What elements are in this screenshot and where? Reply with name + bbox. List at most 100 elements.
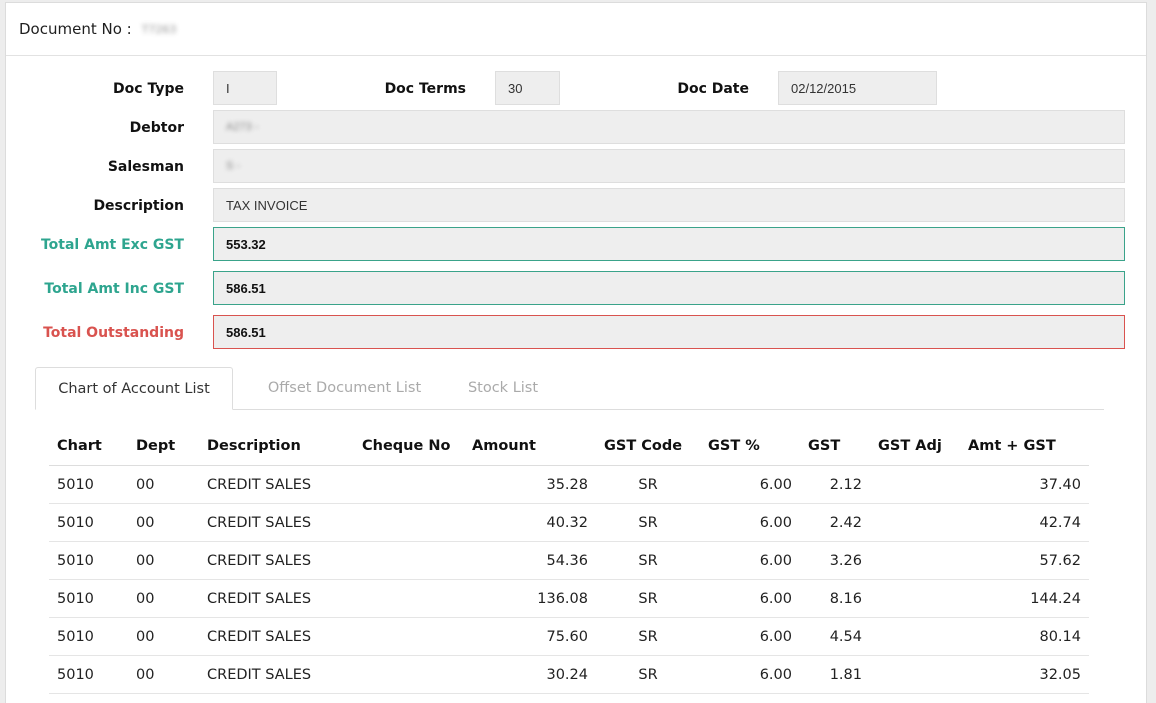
cell-chart: 5010 xyxy=(49,579,128,618)
cell-description: CREDIT SALES xyxy=(199,579,354,618)
cell-description: CREDIT SALES xyxy=(199,541,354,580)
salesman-field[interactable]: S - xyxy=(213,149,1125,183)
cell-amount: 35.28 xyxy=(464,465,596,504)
cell-gst-code: SR xyxy=(596,617,700,656)
cell-chart: 5010 xyxy=(49,465,128,504)
cell-cheque-no xyxy=(354,655,464,694)
cell-description: CREDIT SALES xyxy=(199,465,354,504)
cell-gst-percent: 6.00 xyxy=(700,617,800,656)
cell-gst-code: SR xyxy=(596,655,700,694)
cell-dept: 00 xyxy=(128,465,199,504)
cell-gst: 1.81 xyxy=(800,655,870,694)
total-outstanding-label: Total Outstanding xyxy=(43,325,184,341)
doc-type-label: Doc Type xyxy=(113,81,184,97)
cell-amt-plus-gst: 32.05 xyxy=(960,655,1089,694)
table-row[interactable]: 5010 00 CREDIT SALES 40.32 SR 6.00 2.42 … xyxy=(49,503,1089,542)
cell-cheque-no xyxy=(354,503,464,542)
cell-cheque-no xyxy=(354,465,464,504)
list-tabs: Chart of Account List Offset Document Li… xyxy=(35,367,1104,410)
cell-gst: 8.16 xyxy=(800,579,870,618)
cell-gst-percent: 6.00 xyxy=(700,655,800,694)
cell-amt-plus-gst: 42.74 xyxy=(960,503,1089,542)
cell-gst-code: SR xyxy=(596,541,700,580)
debtor-field[interactable]: A273 - xyxy=(213,110,1125,144)
cell-gst-percent: 6.00 xyxy=(700,503,800,542)
cell-amt-plus-gst: 80.14 xyxy=(960,617,1089,656)
cell-dept: 00 xyxy=(128,541,199,580)
cell-gst-percent: 6.00 xyxy=(700,465,800,504)
cell-gst: 4.54 xyxy=(800,617,870,656)
cell-description: CREDIT SALES xyxy=(199,655,354,694)
cell-gst-adj xyxy=(870,579,960,618)
cell-gst-percent: 6.00 xyxy=(700,541,800,580)
cell-amt-plus-gst: 57.62 xyxy=(960,541,1089,580)
salesman-value: S - xyxy=(226,160,241,172)
total-exc-gst-field[interactable]: 553.32 xyxy=(213,227,1125,261)
table-header-row: Chart Dept Description Cheque No Amount … xyxy=(49,427,1089,466)
col-amount[interactable]: Amount xyxy=(464,427,596,466)
table-row[interactable]: 5010 00 CREDIT SALES 75.60 SR 6.00 4.54 … xyxy=(49,617,1089,656)
description-label: Description xyxy=(93,198,184,214)
cell-description: CREDIT SALES xyxy=(199,503,354,542)
col-cheque-no[interactable]: Cheque No xyxy=(354,427,464,466)
description-field[interactable]: TAX INVOICE xyxy=(213,188,1125,222)
doc-date-field[interactable]: 02/12/2015 xyxy=(778,71,937,105)
cell-amount: 136.08 xyxy=(464,579,596,618)
table-row[interactable]: 5010 00 CREDIT SALES 54.36 SR 6.00 3.26 … xyxy=(49,541,1089,580)
cell-gst-code: SR xyxy=(596,465,700,504)
col-amt-plus-gst[interactable]: Amt + GST xyxy=(960,427,1089,466)
debtor-value: A273 - xyxy=(226,121,259,133)
cell-gst-code: SR xyxy=(596,503,700,542)
cell-amt-plus-gst: 37.40 xyxy=(960,465,1089,504)
document-no-label: Document No : xyxy=(19,20,132,38)
tab-offset-document-list[interactable]: Offset Document List xyxy=(247,367,442,409)
col-gst-adj[interactable]: GST Adj xyxy=(870,427,960,466)
col-gst[interactable]: GST xyxy=(800,427,870,466)
total-outstanding-field[interactable]: 586.51 xyxy=(213,315,1125,349)
cell-amount: 75.60 xyxy=(464,617,596,656)
tab-stock-list[interactable]: Stock List xyxy=(453,367,553,409)
cell-amount: 30.24 xyxy=(464,655,596,694)
col-chart[interactable]: Chart xyxy=(49,427,128,466)
total-inc-gst-field[interactable]: 586.51 xyxy=(213,271,1125,305)
col-description[interactable]: Description xyxy=(199,427,354,466)
table-row[interactable]: 5010 00 CREDIT SALES 136.08 SR 6.00 8.16… xyxy=(49,579,1089,618)
cell-dept: 00 xyxy=(128,579,199,618)
cell-gst: 2.12 xyxy=(800,465,870,504)
panel-header: Document No : T7263 xyxy=(6,3,1146,56)
cell-cheque-no xyxy=(354,541,464,580)
doc-terms-label: Doc Terms xyxy=(384,81,466,97)
cell-gst-adj xyxy=(870,465,960,504)
cell-gst: 3.26 xyxy=(800,541,870,580)
cell-gst-code: SR xyxy=(596,579,700,618)
cell-gst-percent: 6.00 xyxy=(700,579,800,618)
salesman-label: Salesman xyxy=(107,159,184,175)
cell-chart: 5010 xyxy=(49,617,128,656)
cell-gst-adj xyxy=(870,617,960,656)
cell-dept: 00 xyxy=(128,655,199,694)
chart-of-account-table: Chart Dept Description Cheque No Amount … xyxy=(49,427,1089,694)
cell-dept: 00 xyxy=(128,617,199,656)
cell-gst-adj xyxy=(870,541,960,580)
col-dept[interactable]: Dept xyxy=(128,427,199,466)
cell-amount: 54.36 xyxy=(464,541,596,580)
document-no-value: T7263 xyxy=(141,22,177,36)
tab-chart-of-account-list[interactable]: Chart of Account List xyxy=(35,367,233,410)
col-gst-percent[interactable]: GST % xyxy=(700,427,800,466)
doc-terms-field[interactable]: 30 xyxy=(495,71,560,105)
cell-description: CREDIT SALES xyxy=(199,617,354,656)
col-gst-code[interactable]: GST Code xyxy=(596,427,700,466)
total-exc-gst-label: Total Amt Exc GST xyxy=(40,237,184,253)
table-row[interactable]: 5010 00 CREDIT SALES 35.28 SR 6.00 2.12 … xyxy=(49,465,1089,504)
cell-chart: 5010 xyxy=(49,503,128,542)
cell-amount: 40.32 xyxy=(464,503,596,542)
cell-chart: 5010 xyxy=(49,541,128,580)
debtor-label: Debtor xyxy=(129,120,184,136)
cell-cheque-no xyxy=(354,617,464,656)
total-inc-gst-label: Total Amt Inc GST xyxy=(44,281,184,297)
cell-gst-adj xyxy=(870,503,960,542)
cell-gst-adj xyxy=(870,655,960,694)
doc-type-field[interactable]: I xyxy=(213,71,277,105)
table-row[interactable]: 5010 00 CREDIT SALES 30.24 SR 6.00 1.81 … xyxy=(49,655,1089,694)
cell-dept: 00 xyxy=(128,503,199,542)
